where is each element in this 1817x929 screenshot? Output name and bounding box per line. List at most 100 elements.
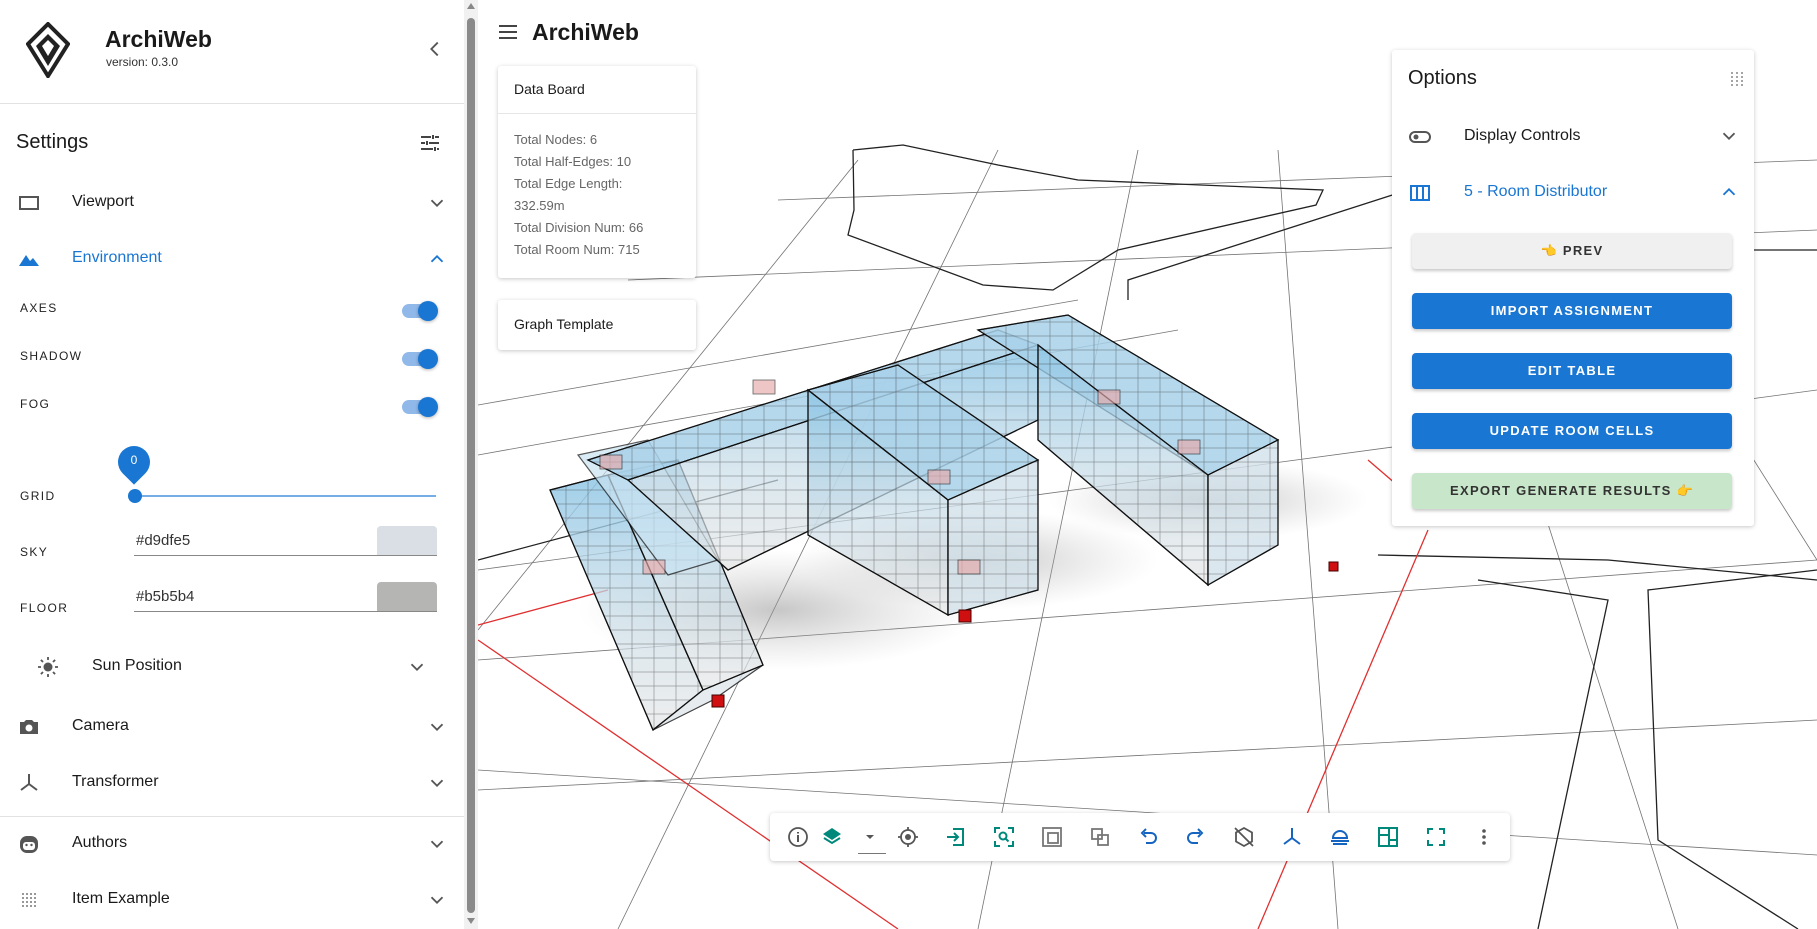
options-room-distributor[interactable]: 5 - Room Distributor	[1392, 170, 1754, 214]
fog-toggle[interactable]	[400, 396, 440, 418]
floor-label: FLOOR	[20, 601, 69, 615]
chevron-down-icon	[430, 896, 444, 905]
transform-axes-icon	[20, 774, 38, 791]
sidebar-item-authors[interactable]: Authors	[0, 822, 464, 866]
sidebar-item-label: Sun Position	[92, 657, 182, 674]
zoom-fit-icon[interactable]	[992, 825, 1016, 849]
grid-slider-value: 0	[130, 453, 138, 467]
grid-slider[interactable]: 0	[111, 439, 438, 503]
floor-color-input[interactable]	[136, 588, 336, 605]
tune-icon[interactable]	[418, 131, 442, 155]
redo-icon[interactable]	[1184, 825, 1208, 849]
fullscreen-icon[interactable]	[1424, 825, 1448, 849]
chevron-up-icon	[430, 254, 444, 263]
floor-color-field	[134, 582, 437, 612]
dropdown-icon[interactable]	[858, 825, 882, 849]
sidebar-item-viewport[interactable]: Viewport	[0, 181, 464, 225]
camera-icon	[20, 720, 38, 734]
sidebar-item-label: Transformer	[72, 773, 159, 790]
scrollbar-thumb[interactable]	[467, 18, 475, 913]
data-board-panel: Data Board Total Nodes: 6 Total Half-Edg…	[498, 66, 696, 278]
slider-thumb[interactable]	[128, 489, 142, 503]
chevron-up-icon	[1722, 187, 1736, 196]
chevron-down-icon	[430, 840, 444, 849]
import-assignment-button[interactable]: IMPORT ASSIGNMENT	[1412, 293, 1732, 329]
sidebar-item-transformer[interactable]: Transformer	[0, 761, 464, 805]
face-icon	[20, 836, 38, 853]
options-panel: Options Display Controls 5 - Room Distri	[1392, 50, 1754, 526]
grid-label: GRID	[20, 489, 56, 503]
menu-icon[interactable]	[496, 20, 520, 44]
stat-total-room-num: Total Room Num: 715	[514, 242, 640, 257]
box-off-icon[interactable]	[1232, 825, 1256, 849]
sidebar-item-label: Authors	[72, 834, 128, 851]
axes-label: AXES	[20, 301, 58, 315]
stat-total-division-num: Total Division Num: 66	[514, 220, 644, 235]
group-icon[interactable]	[1088, 825, 1112, 849]
locate-icon[interactable]	[896, 825, 920, 849]
fog-label: FOG	[20, 397, 51, 411]
terrain-icon	[19, 255, 39, 266]
chevron-down-icon	[430, 199, 444, 208]
chevron-left-icon[interactable]	[424, 38, 446, 60]
sidebar-item-sun-position[interactable]: Sun Position	[0, 645, 464, 689]
options-display-controls[interactable]: Display Controls	[1392, 114, 1754, 158]
sky-label: SKY	[20, 545, 49, 559]
prev-button[interactable]: 👈 PREV	[1412, 233, 1732, 269]
edit-table-button[interactable]: EDIT TABLE	[1412, 353, 1732, 389]
select-box-icon[interactable]	[1040, 825, 1064, 849]
sky-color-field	[134, 526, 437, 556]
viewport-title: ArchiWeb	[532, 19, 639, 45]
dot-grid-icon	[22, 893, 36, 907]
stat-total-nodes: Total Nodes: 6	[514, 132, 598, 147]
sidebar-item-environment[interactable]: Environment	[0, 237, 464, 281]
sidebar-scrollbar[interactable]	[464, 0, 478, 929]
data-board-title: Data Board	[514, 81, 585, 97]
import-icon[interactable]	[944, 825, 968, 849]
graph-template-panel[interactable]: Graph Template	[498, 300, 696, 350]
more-vert-icon[interactable]	[1472, 825, 1496, 849]
archiweb-logo	[26, 22, 70, 78]
sidebar-item-label: Environment	[72, 249, 162, 266]
update-room-cells-button[interactable]: UPDATE ROOM CELLS	[1412, 413, 1732, 449]
viewport-icon	[19, 196, 39, 210]
shadow-toggle[interactable]	[400, 348, 440, 370]
bottom-toolbar	[770, 813, 1510, 861]
sky-color-swatch[interactable]	[377, 526, 437, 555]
options-title: Options	[1408, 67, 1477, 89]
sidebar-item-label: Viewport	[72, 193, 134, 210]
axes-icon[interactable]	[1280, 825, 1304, 849]
info-icon[interactable]	[786, 825, 810, 849]
sidebar-item-camera[interactable]: Camera	[0, 705, 464, 749]
undo-icon[interactable]	[1136, 825, 1160, 849]
app-name: ArchiWeb	[105, 26, 212, 52]
chevron-down-icon	[430, 779, 444, 788]
sidebar-item-label: Camera	[72, 717, 129, 734]
weather-icon[interactable]	[1328, 825, 1352, 849]
graph-template-title: Graph Template	[514, 316, 614, 332]
scroll-up-arrow[interactable]	[467, 3, 475, 9]
settings-drawer: ArchiWeb version: 0.3.0 Settings Viewpor…	[0, 0, 464, 929]
sidebar-item-label: Item Example	[72, 890, 170, 907]
sidebar-item-item-example[interactable]: Item Example	[0, 878, 464, 922]
layers-icon[interactable]	[820, 825, 844, 849]
floor-color-swatch[interactable]	[377, 582, 437, 611]
scroll-down-arrow[interactable]	[467, 918, 475, 924]
main-viewport: ArchiWeb Data Board Total Nodes: 6 Total…	[478, 0, 1817, 929]
drag-handle-icon[interactable]	[1728, 70, 1746, 88]
sidebar-divider	[0, 816, 464, 817]
stat-total-half-edges: Total Half-Edges: 10	[514, 154, 632, 169]
layer-select-underline	[858, 853, 886, 854]
layout-icon[interactable]	[1376, 825, 1400, 849]
panel-divider	[498, 113, 696, 114]
shadow-label: SHADOW	[20, 349, 83, 363]
chevron-down-icon	[430, 723, 444, 732]
options-row-label: Display Controls	[1464, 127, 1581, 144]
export-generate-results-button[interactable]: EXPORT GENERATE RESULTS 👉	[1412, 473, 1732, 509]
stat-total-edge-length-value: 332.59m	[514, 198, 565, 213]
sky-color-input[interactable]	[136, 532, 336, 549]
axes-toggle[interactable]	[400, 300, 440, 322]
brand-header: ArchiWeb version: 0.3.0	[0, 0, 464, 104]
toggle-icon	[1409, 131, 1431, 143]
stat-total-edge-length-label: Total Edge Length:	[514, 176, 623, 191]
